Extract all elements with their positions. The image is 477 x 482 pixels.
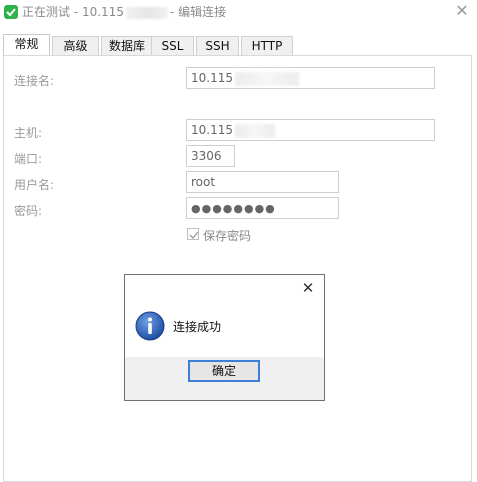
connection-name-value: 10.115 (191, 71, 233, 85)
tab-ssl[interactable]: SSL (151, 36, 194, 56)
tab-advanced[interactable]: 高级 (52, 36, 99, 56)
dialog-body: 连接成功 (125, 301, 324, 357)
redacted-region (235, 71, 299, 86)
tab-ssh[interactable]: SSH (196, 36, 239, 56)
tab-http[interactable]: HTTP (241, 36, 293, 56)
host-label: 主机: (14, 126, 43, 140)
info-icon (135, 311, 165, 341)
host-input[interactable]: 10.115 (186, 119, 435, 141)
host-value: 10.115 (191, 123, 233, 137)
check-icon (189, 231, 199, 239)
app-icon (4, 5, 18, 19)
redacted-region (235, 123, 275, 138)
save-password-label: 保存密码 (203, 229, 252, 243)
tab-strip: 常规 高级 数据库 SSL SSH HTTP (3, 34, 473, 57)
password-label: 密码: (14, 204, 43, 218)
port-input[interactable]: 3306 (186, 145, 235, 167)
window-title-prefix: 正在测试 - 10.115 (22, 5, 124, 19)
dialog-close-button[interactable]: ✕ (299, 279, 317, 297)
window-title: 正在测试 - 10.115 - 编辑连接 (22, 3, 226, 20)
username-input[interactable]: root (186, 171, 339, 193)
ok-button[interactable]: 确定 (188, 360, 260, 382)
dialog-titlebar: ✕ (125, 275, 324, 301)
tab-general[interactable]: 常规 (3, 34, 50, 57)
tab-database[interactable]: 数据库 (101, 36, 153, 56)
connection-name-label: 连接名: (14, 74, 55, 88)
password-mask: ●●●●●●●● (191, 202, 276, 215)
username-label: 用户名: (14, 178, 55, 192)
dialog-message: 连接成功 (173, 320, 222, 334)
password-input[interactable]: ●●●●●●●● (186, 197, 339, 219)
port-label: 端口: (14, 152, 43, 166)
window-titlebar: 正在测试 - 10.115 - 编辑连接 ✕ (0, 0, 477, 28)
redacted-region (125, 6, 168, 19)
window-close-button[interactable]: ✕ (452, 2, 472, 20)
connection-name-input[interactable]: 10.115 (186, 67, 435, 89)
window-title-suffix: - 编辑连接 (169, 5, 227, 19)
connection-success-dialog: ✕ 连接成功 确定 (124, 274, 325, 401)
save-password-checkbox[interactable] (187, 228, 199, 240)
